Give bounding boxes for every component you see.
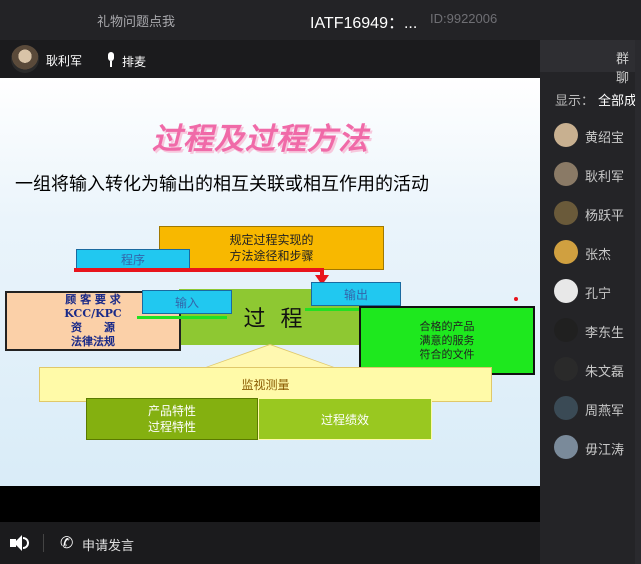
avatar[interactable] xyxy=(554,123,578,147)
up-arrow-icon xyxy=(208,345,332,367)
member-name: 杨跃平 xyxy=(585,209,625,224)
output-box: 输出 xyxy=(311,282,401,306)
list-item[interactable]: 周燕军 xyxy=(554,396,641,422)
speaker-icon[interactable] xyxy=(10,534,30,552)
list-item[interactable]: 杨跃平 xyxy=(554,201,641,227)
list-item[interactable]: 孔宁 xyxy=(554,279,641,305)
input-box: 输入 xyxy=(142,290,232,314)
quality-line-2: 满意的服务 xyxy=(419,333,475,347)
quality-box: 合格的产品 满意的服务 符合的文件 xyxy=(359,306,535,375)
monitor-box: 监视测量 xyxy=(39,367,492,402)
member-name: 周燕军 xyxy=(585,404,625,419)
list-item[interactable]: 张杰 xyxy=(554,240,641,266)
member-filter[interactable]: 显示：全部成员 xyxy=(555,90,641,109)
avatar[interactable] xyxy=(554,435,578,459)
avatar[interactable] xyxy=(554,279,578,303)
member-name: 张杰 xyxy=(585,248,612,263)
char-line-1: 产品特性 xyxy=(147,404,196,418)
list-item[interactable]: 耿利军 xyxy=(554,162,641,188)
laser-pointer-dot xyxy=(514,297,518,301)
panel-tab[interactable]: 群聊 xyxy=(540,40,641,86)
member-name: 孔宁 xyxy=(585,287,612,302)
customer-line-1: 顾 客 要 求 xyxy=(65,293,121,306)
member-name: 李东生 xyxy=(585,326,625,341)
member-name: 耿利军 xyxy=(585,170,625,185)
mic-icon[interactable] xyxy=(107,52,115,68)
avatar[interactable] xyxy=(554,318,578,342)
slide-definition: 一组将输入转化为输出的相互关联或相互作用的活动 xyxy=(15,174,429,195)
avatar[interactable] xyxy=(554,162,578,186)
method-line-1: 规定过程实现的 xyxy=(229,233,314,247)
divider xyxy=(43,534,44,552)
slide-title: 过程及过程方法 xyxy=(152,122,369,157)
customer-line-2: KCC/KPC xyxy=(64,307,122,320)
avatar[interactable] xyxy=(11,45,39,73)
bottom-bar: ✆ 申请发言 xyxy=(0,522,540,564)
avatar[interactable] xyxy=(554,396,578,420)
avatar[interactable] xyxy=(554,357,578,381)
avatar[interactable] xyxy=(554,240,578,264)
app-window: 礼物问题点我 IATF16949：... ID:9922006 耿利军 排麦 过… xyxy=(0,0,641,564)
top-bar: 礼物问题点我 IATF16949：... ID:9922006 xyxy=(0,0,641,40)
customer-line-4: 法律法规 xyxy=(70,335,115,348)
quality-line-3: 符合的文件 xyxy=(419,347,475,361)
list-item[interactable]: 朱文磊 xyxy=(554,357,641,383)
filter-label: 显示： xyxy=(555,94,595,109)
program-box: 程序 xyxy=(76,249,190,269)
phone-icon: ✆ xyxy=(60,533,74,552)
performance-box: 过程绩效 xyxy=(258,398,432,440)
list-item[interactable]: 毋江涛 xyxy=(554,435,641,461)
char-line-2: 过程特性 xyxy=(147,420,196,434)
member-panel: 群聊 显示：全部成员 黄绍宝耿利军杨跃平张杰孔宁李东生朱文磊周燕军毋江涛 xyxy=(540,40,641,564)
characteristics-box: 产品特性 过程特性 xyxy=(86,398,258,440)
member-name: 毋江涛 xyxy=(585,443,625,458)
queue-mic-button[interactable]: 排麦 xyxy=(122,53,146,70)
room-id: ID:9922006 xyxy=(430,11,498,26)
list-item[interactable]: 黄绍宝 xyxy=(554,123,641,149)
member-name: 黄绍宝 xyxy=(585,131,625,146)
gift-help-link[interactable]: 礼物问题点我 xyxy=(97,11,175,30)
input-arrow-line xyxy=(137,316,227,319)
method-box: 规定过程实现的 方法途径和步骤 xyxy=(159,226,384,270)
avatar[interactable] xyxy=(554,201,578,225)
method-line-2: 方法途径和步骤 xyxy=(229,249,314,263)
presenter-bar: 耿利军 排麦 xyxy=(0,40,540,78)
room-title: IATF16949：... xyxy=(310,15,418,32)
video-letterbox xyxy=(0,486,540,522)
apply-speak-button[interactable]: 申请发言 xyxy=(82,535,134,554)
presentation-slide: 过程及过程方法 一组将输入转化为输出的相互关联或相互作用的活动 规定过程实现的方… xyxy=(0,78,540,486)
quality-line-1: 合格的产品 xyxy=(419,319,475,333)
presenter-name: 耿利军 xyxy=(46,54,83,68)
customer-line-3: 资 源 xyxy=(70,321,115,334)
member-name: 朱文磊 xyxy=(585,365,625,380)
scrollbar[interactable] xyxy=(635,40,641,564)
list-item[interactable]: 李东生 xyxy=(554,318,641,344)
red-line xyxy=(74,268,324,272)
